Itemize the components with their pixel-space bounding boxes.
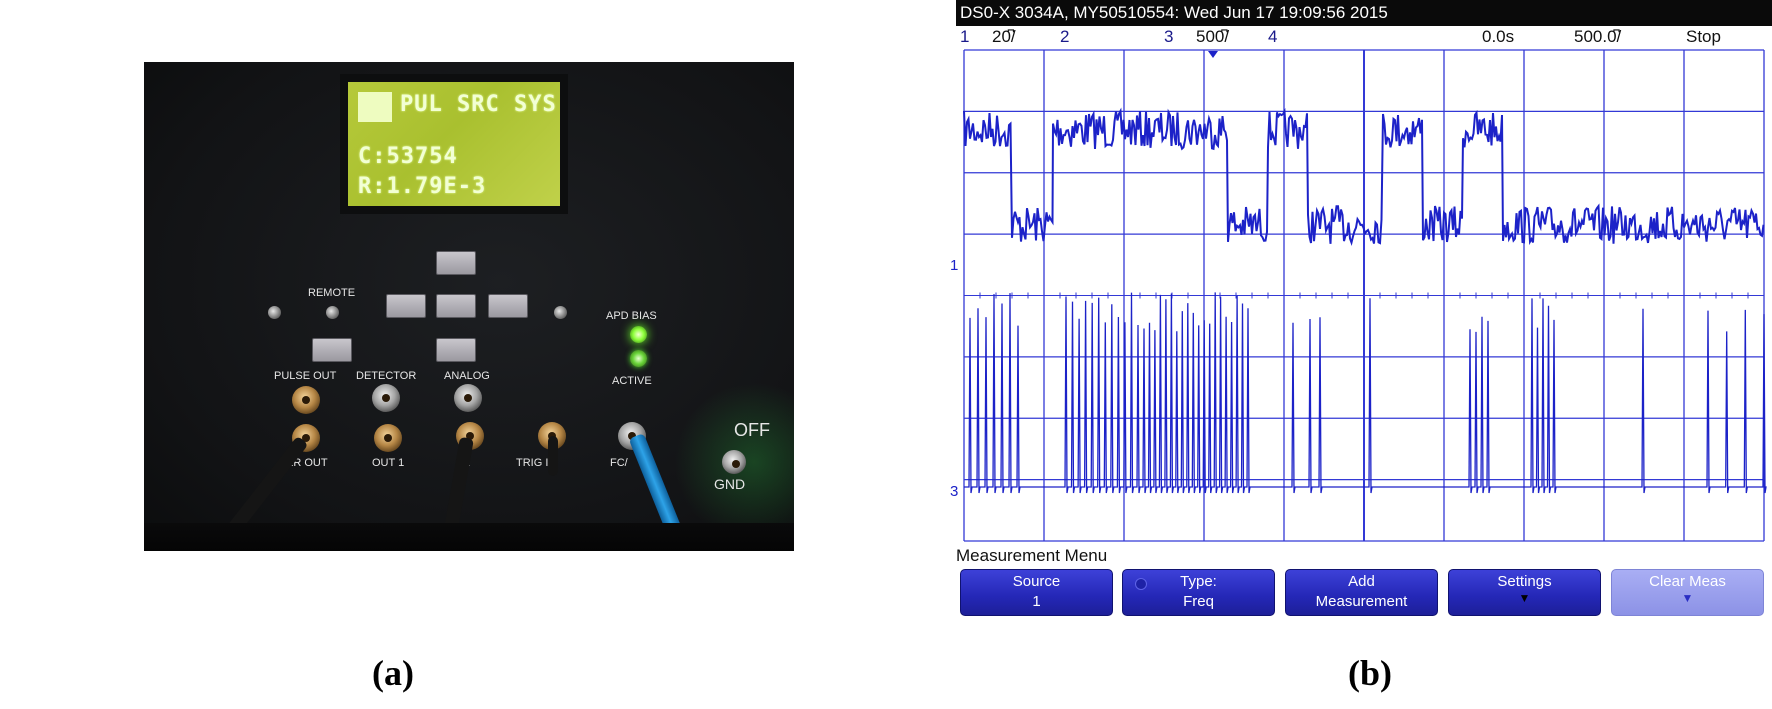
softkey-source[interactable]: Source 1: [960, 569, 1113, 616]
label-gnd: GND: [714, 476, 746, 492]
keypad-center-button[interactable]: [436, 294, 476, 318]
active-led: [630, 350, 647, 367]
softkey-settings-label: Settings: [1497, 573, 1552, 590]
oscilloscope-screen: DS0-X 3034A, MY50510554: Wed Jun 17 19:0…: [948, 0, 1772, 625]
keypad-right-button[interactable]: [488, 294, 528, 318]
caption-b: (b): [1348, 653, 1392, 693]
label-pulse-out: PULSE OUT: [274, 370, 337, 382]
label-out1: OUT 1: [372, 457, 405, 469]
keypad-left-button[interactable]: [386, 294, 426, 318]
panel-bottom-edge: [144, 523, 794, 551]
keypad-up-button[interactable]: [436, 251, 476, 275]
keypad-down-button[interactable]: [436, 338, 476, 362]
softkey-type[interactable]: Type: Freq: [1122, 569, 1275, 616]
softkey-type-label: Type:: [1180, 573, 1217, 590]
softkey-add-label: Add: [1348, 573, 1375, 590]
submenu-arrow-icon: ▼: [1681, 591, 1694, 605]
softkey-source-value: 1: [1032, 593, 1041, 610]
out1-connector[interactable]: [374, 424, 402, 452]
softkey-clear-label: Clear Meas: [1649, 573, 1726, 590]
remote-button[interactable]: [312, 338, 352, 362]
label-remote: REMOTE: [308, 287, 356, 299]
apd-bias-led: [630, 326, 647, 343]
measurement-menu-title: Measurement Menu: [956, 546, 1108, 565]
lcd-cursor-block: [358, 92, 392, 122]
submenu-arrow-icon: ▼: [1518, 591, 1531, 605]
instrument-photo: PUL SRC SYS C:53754 R:1.79E-3 REMOTE APD…: [144, 62, 794, 551]
label-apd-bias: APD BIAS: [606, 310, 657, 322]
softkey-add-value: Measurement: [1315, 593, 1408, 610]
waveform-display: 1 3: [950, 49, 1767, 542]
softkey-settings[interactable]: Settings ▼: [1448, 569, 1601, 616]
label-detector: DETECTOR: [356, 370, 417, 382]
screw-right: [554, 306, 567, 319]
lcd-line-1: PUL SRC SYS: [400, 92, 557, 117]
caption-a: (a): [372, 653, 414, 693]
softkey-clear-meas[interactable]: Clear Meas ▼: [1611, 569, 1764, 616]
label-analog: ANALOG: [444, 370, 490, 382]
lcd-line-2: C:53754: [358, 144, 458, 169]
cable-trigger: [548, 436, 558, 476]
label-off: OFF: [734, 420, 770, 440]
gnd-terminal[interactable]: [722, 450, 746, 474]
ch3-ground-marker: 3: [950, 483, 958, 500]
pulse-out-connector[interactable]: [292, 386, 320, 414]
screw-remote: [326, 306, 339, 319]
screw-left: [268, 306, 281, 319]
ch1-ground-marker: 1: [950, 257, 958, 274]
lcd-line-3: R:1.79E-3: [358, 174, 487, 199]
softkey-type-knob-icon: [1135, 578, 1147, 590]
lcd-display: PUL SRC SYS C:53754 R:1.79E-3: [340, 74, 568, 214]
trigger-position-marker: [1208, 51, 1218, 58]
softkey-source-label: Source: [1012, 573, 1061, 590]
softkey-add-measurement[interactable]: Add Measurement: [1285, 569, 1438, 616]
label-fc: FC/: [610, 457, 628, 469]
analog-connector[interactable]: [454, 384, 482, 412]
label-active: ACTIVE: [612, 375, 652, 387]
detector-connector[interactable]: [372, 384, 400, 412]
softkey-type-value: Freq: [1183, 593, 1214, 610]
